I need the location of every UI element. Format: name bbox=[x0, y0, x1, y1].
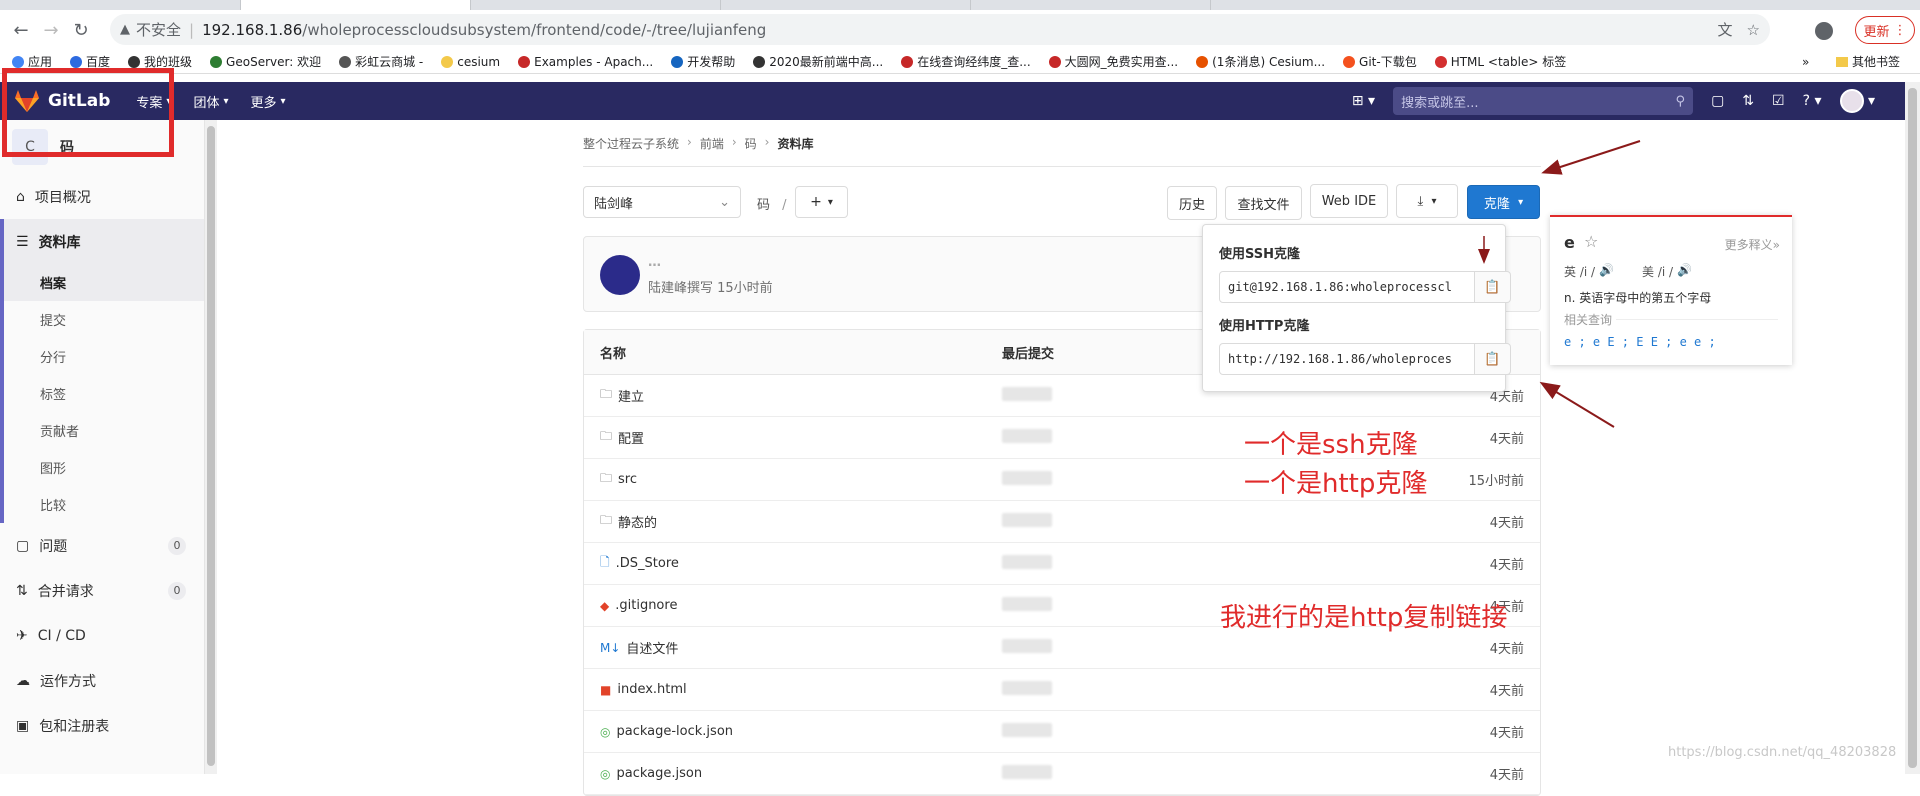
annotation-ssh: 一个是ssh克隆 bbox=[1244, 430, 1418, 460]
annotation-http: 一个是http克隆 bbox=[1244, 469, 1428, 499]
arrow-to-http-copy bbox=[1539, 381, 1615, 428]
watermark: https://blog.csdn.net/qq_48203828 bbox=[1668, 745, 1897, 760]
page-scrollbar[interactable] bbox=[1905, 82, 1920, 774]
annotation-arrows bbox=[1478, 140, 1641, 428]
page-scrollbar-thumb[interactable] bbox=[1908, 88, 1917, 768]
arrow-to-clone-button bbox=[1541, 140, 1641, 175]
annotation-action: 我进行的是http复制链接 bbox=[1220, 603, 1508, 633]
